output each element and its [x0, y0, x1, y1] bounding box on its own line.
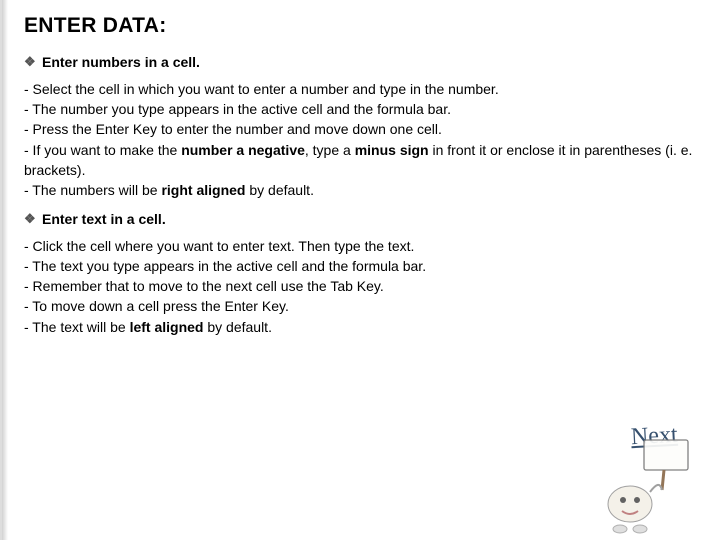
- list-item: - If you want to make the number a negat…: [24, 140, 700, 181]
- left-shadow: [2, 0, 8, 540]
- bold-fragment: left aligned: [130, 319, 204, 335]
- numbers-list: - Select the cell in which you want to e…: [24, 79, 700, 201]
- list-item: - The numbers will be right aligned by d…: [24, 180, 700, 200]
- list-item: - The text will be left aligned by defau…: [24, 317, 700, 337]
- heading-numbers-text: Enter numbers in a cell.: [42, 54, 200, 70]
- bullet-heading-numbers: ❖ Enter numbers in a cell.: [24, 54, 700, 71]
- text-fragment: - The text will be: [24, 319, 130, 335]
- list-item: - The text you type appears in the activ…: [24, 256, 700, 276]
- text-fragment: by default.: [245, 182, 314, 198]
- list-item: - Press the Enter Key to enter the numbe…: [24, 119, 700, 139]
- list-item: - The number you type appears in the act…: [24, 99, 700, 119]
- page-title: ENTER DATA:: [24, 14, 700, 38]
- heading-text-text: Enter text in a cell.: [42, 211, 166, 227]
- diamond-bullet-icon: ❖: [24, 54, 36, 71]
- bold-fragment: right aligned: [161, 182, 245, 198]
- bold-fragment: number a negative: [181, 142, 305, 158]
- text-fragment: - The numbers will be: [24, 182, 161, 198]
- text-fragment: by default.: [203, 319, 272, 335]
- diamond-bullet-icon: ❖: [24, 211, 36, 228]
- list-item: - Remember that to move to the next cell…: [24, 276, 700, 296]
- list-item: - Click the cell where you want to enter…: [24, 236, 700, 256]
- list-item: - Select the cell in which you want to e…: [24, 79, 700, 99]
- text-fragment: - If you want to make the: [24, 142, 181, 158]
- text-list: - Click the cell where you want to enter…: [24, 236, 700, 337]
- text-fragment: , type a: [305, 142, 355, 158]
- bullet-heading-text: ❖ Enter text in a cell.: [24, 211, 700, 228]
- list-item: - To move down a cell press the Enter Ke…: [24, 296, 700, 316]
- bold-fragment: minus sign: [355, 142, 429, 158]
- slide-page: ENTER DATA: ❖ Enter numbers in a cell. -…: [0, 0, 720, 540]
- mascot-sign-icon: [592, 434, 692, 534]
